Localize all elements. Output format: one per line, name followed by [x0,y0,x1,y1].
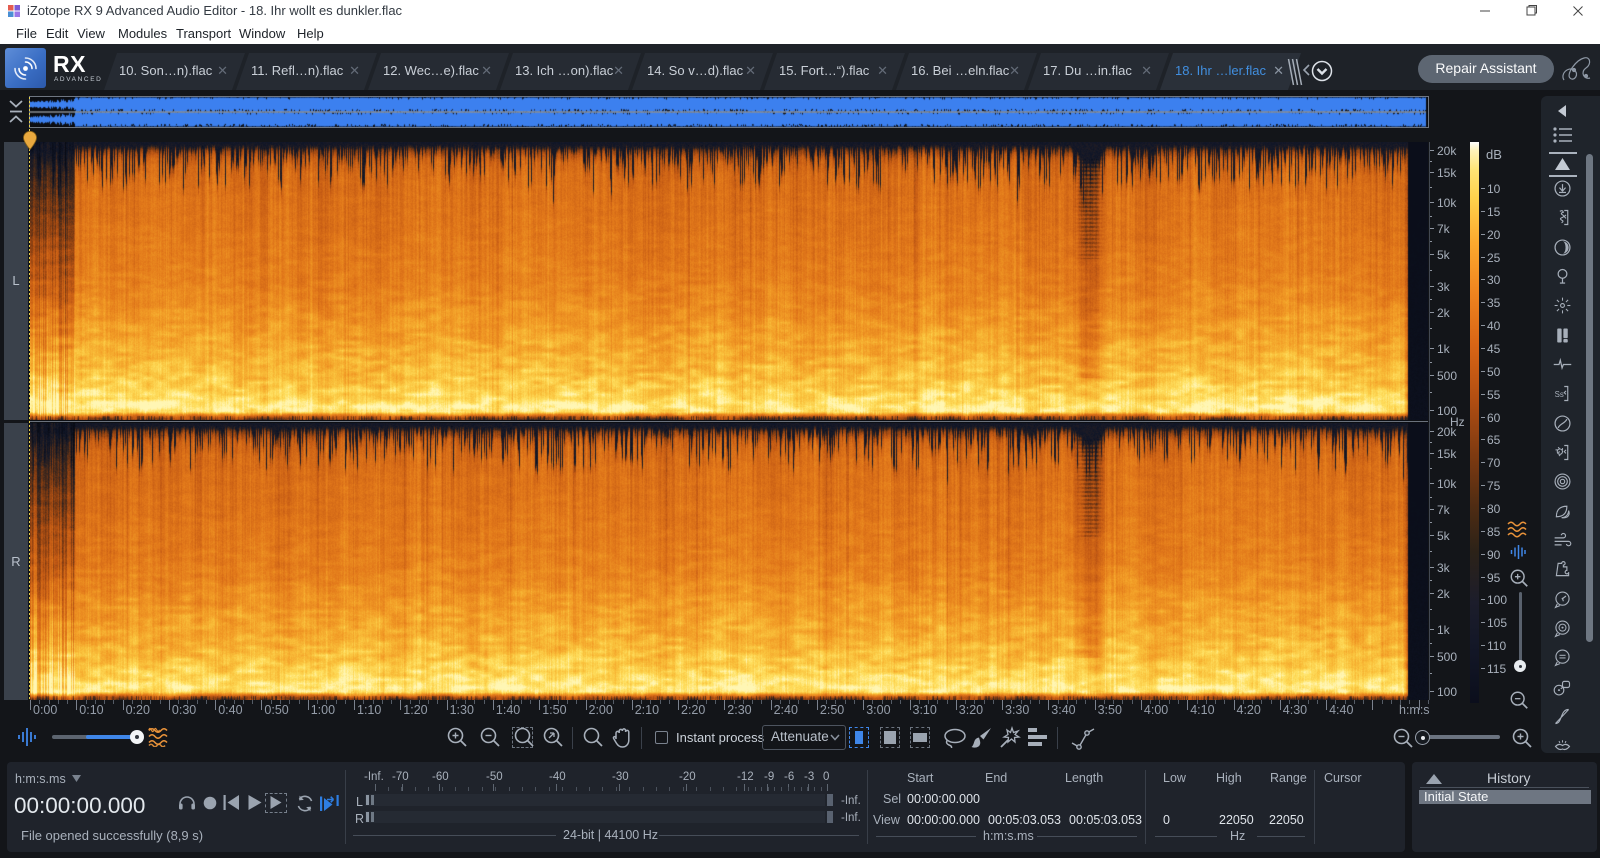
svg-text:Ss: Ss [1555,390,1564,399]
